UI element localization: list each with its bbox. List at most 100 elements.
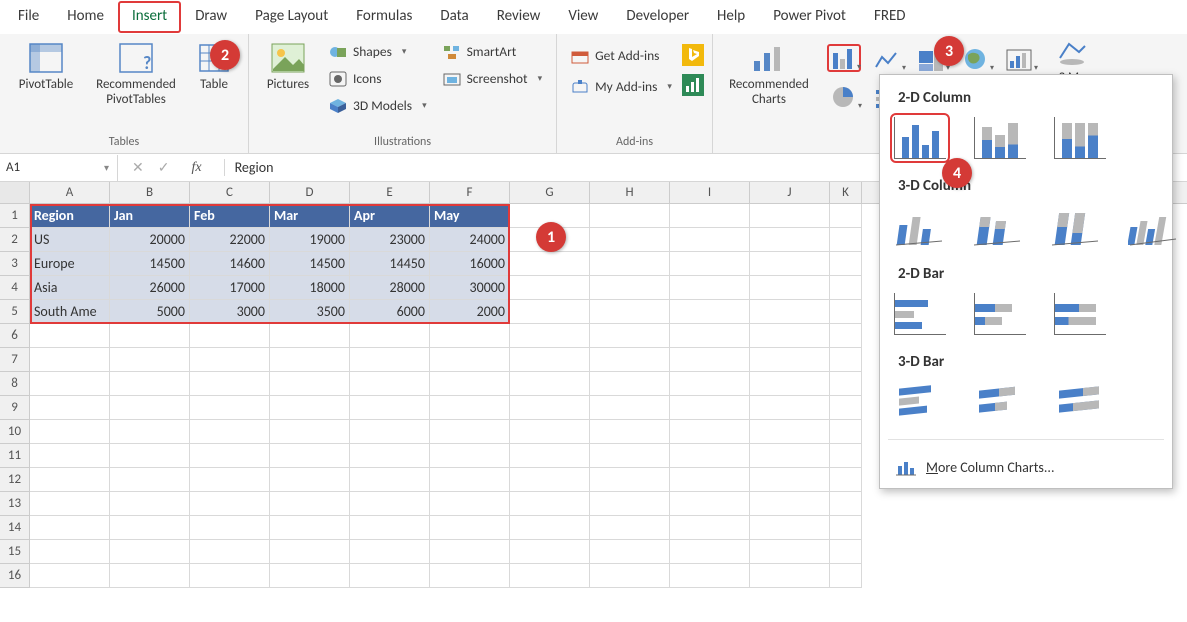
tab-formulas[interactable]: Formulas (342, 1, 426, 33)
cell-A2[interactable]: US (30, 228, 110, 252)
cell-D5[interactable]: 3500 (270, 300, 350, 324)
stacked-bar-option[interactable] (974, 293, 1026, 335)
cell-E4[interactable]: 28000 (350, 276, 430, 300)
bing-icon[interactable] (682, 44, 704, 66)
row-header-14[interactable]: 14 (0, 516, 30, 540)
row-header-8[interactable]: 8 (0, 372, 30, 396)
icons-button[interactable]: Icons (323, 67, 433, 90)
tab-developer[interactable]: Developer (612, 1, 703, 33)
cell-K1[interactable] (830, 204, 862, 228)
screenshot-button[interactable]: Screenshot (437, 67, 549, 90)
tab-insert[interactable]: Insert (118, 1, 181, 33)
tab-fred[interactable]: FRED (860, 1, 920, 33)
cell-F4[interactable]: 30000 (430, 276, 510, 300)
cell-B4[interactable]: 26000 (110, 276, 190, 300)
tab-view[interactable]: View (554, 1, 612, 33)
cell-F3[interactable]: 16000 (430, 252, 510, 276)
shapes-button[interactable]: Shapes (323, 40, 433, 63)
stacked100-column-option[interactable] (1054, 117, 1106, 159)
cell-F5[interactable]: 2000 (430, 300, 510, 324)
3d-clustered-column-option[interactable] (894, 205, 944, 247)
cell-J1[interactable] (750, 204, 830, 228)
cell-B5[interactable]: 5000 (110, 300, 190, 324)
accept-formula-icon[interactable]: ✓ (158, 159, 170, 176)
smartart-button[interactable]: SmartArt (437, 40, 549, 63)
cell-C5[interactable]: 3000 (190, 300, 270, 324)
row-header-6[interactable]: 6 (0, 324, 30, 348)
insert-line-chart-button[interactable] (871, 44, 905, 72)
cell-F2[interactable]: 24000 (430, 228, 510, 252)
insert-column-chart-button[interactable] (827, 44, 861, 72)
cell-E5[interactable]: 6000 (350, 300, 430, 324)
row-header-12[interactable]: 12 (0, 468, 30, 492)
3d-stacked100-column-option[interactable] (1050, 205, 1100, 247)
3d-map-icon[interactable] (1057, 38, 1087, 66)
cell-A5[interactable]: South Ame (30, 300, 110, 324)
row-header-9[interactable]: 9 (0, 396, 30, 420)
cell-E2[interactable]: 23000 (350, 228, 430, 252)
people-graph-icon[interactable] (682, 74, 704, 96)
tab-file[interactable]: File (4, 1, 53, 33)
tab-help[interactable]: Help (703, 1, 759, 33)
col-header-F[interactable]: F (430, 182, 510, 203)
pivot-chart-button[interactable] (1003, 44, 1037, 72)
row-header-15[interactable]: 15 (0, 540, 30, 564)
row-header-10[interactable]: 10 (0, 420, 30, 444)
3d-stacked-column-option[interactable] (972, 205, 1022, 247)
row-header-2[interactable]: 2 (0, 228, 30, 252)
cell-D3[interactable]: 14500 (270, 252, 350, 276)
recommended-charts-button[interactable]: Recommended Charts (721, 38, 817, 110)
row-header-5[interactable]: 5 (0, 300, 30, 324)
cell-B1[interactable]: Jan (110, 204, 190, 228)
3d-stacked100-bar-option[interactable] (1054, 381, 1106, 423)
stacked100-bar-option[interactable] (1054, 293, 1106, 335)
select-all-triangle[interactable] (0, 182, 30, 203)
row-header-16[interactable]: 16 (0, 564, 30, 588)
col-header-G[interactable]: G (510, 182, 590, 203)
cell-A1[interactable]: Region (30, 204, 110, 228)
3d-models-button[interactable]: 3D Models (323, 94, 433, 117)
cell-I1[interactable] (670, 204, 750, 228)
row-header-7[interactable]: 7 (0, 348, 30, 372)
pictures-button[interactable]: Pictures (257, 38, 319, 95)
col-header-I[interactable]: I (670, 182, 750, 203)
maps-button[interactable] (959, 44, 993, 72)
col-header-E[interactable]: E (350, 182, 430, 203)
col-header-C[interactable]: C (190, 182, 270, 203)
tab-home[interactable]: Home (53, 1, 118, 33)
cell-A4[interactable]: Asia (30, 276, 110, 300)
col-header-J[interactable]: J (750, 182, 830, 203)
cell-D2[interactable]: 19000 (270, 228, 350, 252)
recommended-pivottables-button[interactable]: ? Recommended PivotTables (88, 38, 184, 110)
more-column-charts-option[interactable]: More Column Charts... (888, 450, 1164, 480)
row-header-13[interactable]: 13 (0, 492, 30, 516)
cell-C2[interactable]: 22000 (190, 228, 270, 252)
stacked-column-option[interactable] (974, 117, 1026, 159)
cell-E1[interactable]: Apr (350, 204, 430, 228)
tab-data[interactable]: Data (426, 1, 482, 33)
row-header-11[interactable]: 11 (0, 444, 30, 468)
pivot-table-button[interactable]: PivotTable (8, 38, 84, 95)
col-header-D[interactable]: D (270, 182, 350, 203)
cell-C4[interactable]: 17000 (190, 276, 270, 300)
cell-B3[interactable]: 14500 (110, 252, 190, 276)
cell-D1[interactable]: Mar (270, 204, 350, 228)
col-header-B[interactable]: B (110, 182, 190, 203)
col-header-A[interactable]: A (30, 182, 110, 203)
3d-column-option[interactable] (1128, 205, 1178, 247)
cell-D4[interactable]: 18000 (270, 276, 350, 300)
insert-pie-chart-button[interactable] (827, 82, 861, 110)
tab-power-pivot[interactable]: Power Pivot (759, 1, 860, 33)
3d-stacked-bar-option[interactable] (974, 381, 1026, 423)
cancel-formula-icon[interactable]: ✕ (132, 159, 144, 176)
cell-H1[interactable] (590, 204, 670, 228)
cell-C1[interactable]: Feb (190, 204, 270, 228)
row-header-4[interactable]: 4 (0, 276, 30, 300)
col-header-K[interactable]: K (830, 182, 862, 203)
name-box[interactable]: A1 (0, 155, 118, 181)
get-addins-button[interactable]: Get Add-ins (565, 44, 678, 67)
cell-B2[interactable]: 20000 (110, 228, 190, 252)
my-addins-button[interactable]: My Add-ins (565, 75, 678, 98)
row-header-1[interactable]: 1 (0, 204, 30, 228)
cell-A3[interactable]: Europe (30, 252, 110, 276)
